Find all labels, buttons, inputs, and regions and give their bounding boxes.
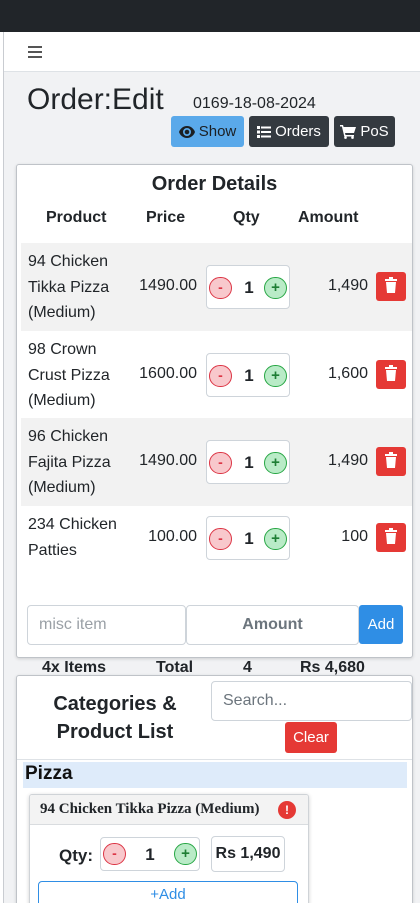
trash-icon [385, 528, 397, 544]
orders-button-label: Orders [275, 123, 321, 140]
categories-title: Categories & Product List [53, 693, 177, 743]
misc-item-input[interactable] [27, 605, 186, 645]
misc-amount-input[interactable] [186, 605, 359, 645]
quantity-stepper: - 1 + [206, 265, 290, 309]
product-price: Rs 1,490 [211, 836, 285, 872]
eye-icon [178, 125, 195, 138]
quantity-stepper: - 1 + [206, 353, 290, 397]
column-header-qty: Qty [233, 209, 260, 226]
quantity-stepper: - 1 + [100, 837, 200, 871]
hamburger-menu-icon[interactable] [28, 46, 42, 58]
list-icon [257, 125, 272, 138]
product-card-header: 94 Chicken Tikka Pizza (Medium) ! [30, 795, 308, 825]
browser-top-bar [0, 0, 420, 32]
cart-icon [340, 124, 357, 139]
row-amount: 1,490 [327, 452, 368, 469]
product-card: 94 Chicken Tikka Pizza (Medium) ! Qty: -… [29, 794, 309, 903]
qty-value: 1 [145, 845, 155, 864]
category-header[interactable]: Pizza [23, 762, 407, 788]
page-title: Order:Edit [27, 83, 164, 116]
decrease-qty-button[interactable]: - [209, 452, 232, 474]
app-frame: Order:Edit 0169-18-08-2024 Show Orders P… [3, 32, 420, 903]
show-button-label: Show [198, 123, 237, 140]
product-name: 234 Chicken Patties [28, 516, 117, 559]
product-price: 1490.00 [139, 277, 197, 294]
trash-icon [385, 365, 397, 381]
order-id: 0169-18-08-2024 [193, 95, 316, 112]
quantity-stepper: - 1 + [206, 516, 290, 560]
product-card-name: 94 Chicken Tikka Pizza (Medium) [40, 801, 260, 817]
quantity-stepper: - 1 + [206, 440, 290, 484]
product-name: 94 Chicken Tikka Pizza (Medium) [28, 253, 110, 321]
product-search-input[interactable] [211, 681, 412, 721]
decrease-qty-button[interactable]: - [209, 277, 232, 299]
categories-card: Categories & Product List Clear Pizza 94… [16, 675, 413, 903]
column-header-amount: Amount [298, 209, 359, 226]
increase-qty-button[interactable]: + [264, 528, 287, 550]
qty-value: 1 [244, 453, 254, 472]
decrease-qty-button[interactable]: - [209, 365, 232, 387]
divider [17, 759, 412, 760]
orders-button[interactable]: Orders [249, 116, 329, 147]
column-header-product: Product [46, 209, 107, 226]
add-misc-button[interactable]: Add [359, 605, 403, 644]
increase-qty-button[interactable]: + [264, 277, 287, 299]
decrease-qty-button[interactable]: - [103, 843, 126, 865]
pos-button-label: PoS [360, 123, 389, 140]
table-row: 94 Chicken Tikka Pizza (Medium) 1490.00 … [21, 243, 412, 331]
qty-value: 1 [244, 366, 254, 385]
row-amount: 1,490 [327, 277, 368, 294]
trash-icon [385, 452, 397, 468]
product-price: 100.00 [148, 528, 197, 545]
add-product-button[interactable]: +Add [38, 881, 298, 903]
product-price: 1490.00 [139, 452, 197, 469]
increase-qty-button[interactable]: + [264, 452, 287, 474]
qty-label: Qty: [59, 846, 93, 865]
clear-search-button[interactable]: Clear [285, 722, 337, 753]
delete-row-button[interactable] [376, 523, 406, 552]
product-name: 96 Chicken Fajita Pizza (Medium) [28, 428, 111, 496]
pos-button[interactable]: PoS [334, 116, 395, 147]
order-details-card: Order Details Product Price Qty Amount 9… [16, 164, 413, 676]
trash-icon [385, 277, 397, 293]
navbar [4, 32, 420, 72]
delete-row-button[interactable] [376, 447, 406, 476]
column-header-price: Price [146, 209, 186, 226]
category-name: Pizza [25, 763, 73, 784]
qty-value: 1 [244, 278, 254, 297]
delete-row-button[interactable] [376, 360, 406, 389]
increase-qty-button[interactable]: + [264, 365, 287, 387]
product-price: 1600.00 [139, 365, 197, 382]
table-row: 234 Chicken Patties 100.00 - 1 + 100 [21, 506, 412, 599]
delete-row-button[interactable] [376, 272, 406, 301]
row-amount: 1,600 [327, 365, 368, 382]
row-amount: 100 [341, 528, 368, 545]
qty-value: 1 [244, 529, 254, 548]
table-row: 96 Chicken Fajita Pizza (Medium) 1490.00… [21, 418, 412, 506]
show-button[interactable]: Show [171, 116, 244, 147]
alert-icon: ! [278, 801, 296, 819]
order-details-title: Order Details [151, 173, 278, 195]
increase-qty-button[interactable]: + [174, 843, 197, 865]
product-name: 98 Crown Crust Pizza (Medium) [28, 341, 110, 409]
decrease-qty-button[interactable]: - [209, 528, 232, 550]
table-row: 98 Crown Crust Pizza (Medium) 1600.00 - … [21, 331, 412, 418]
